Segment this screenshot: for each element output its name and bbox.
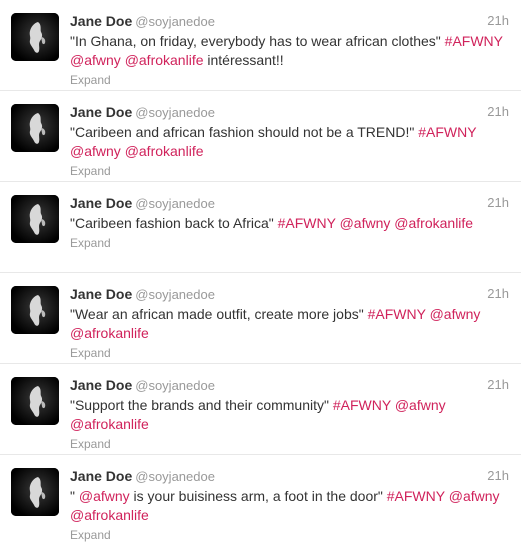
tweet-text-segment: "Caribeen and african fashion should not… bbox=[70, 124, 419, 140]
hashtag-link[interactable]: #AFWNY bbox=[278, 215, 336, 231]
user-name[interactable]: Jane Doe bbox=[70, 195, 132, 211]
avatar[interactable] bbox=[11, 13, 59, 61]
mention-link[interactable]: @afwny bbox=[70, 52, 121, 68]
tweet-text: "Support the brands and their community"… bbox=[70, 396, 509, 452]
tweet-header: Jane Doe @soyjanedoe 21h bbox=[70, 11, 509, 31]
tweet-text-segment: "Caribeen fashion back to Africa" bbox=[70, 215, 278, 231]
user-handle[interactable]: @soyjanedoe bbox=[135, 105, 215, 120]
tweet-item[interactable]: Jane Doe @soyjanedoe 21h "In Ghana, on frid… bbox=[0, 0, 521, 91]
user-name[interactable]: Jane Doe bbox=[70, 377, 132, 393]
expand-link[interactable]: Expand bbox=[70, 345, 509, 361]
hashtag-link[interactable]: #AFWNY bbox=[368, 306, 426, 322]
tweet-item[interactable]: Jane Doe @soyjanedoe 21h "Caribeen fashion … bbox=[0, 182, 521, 273]
avatar[interactable] bbox=[11, 286, 59, 334]
tweet-text-segment: "In Ghana, on friday, everybody has to w… bbox=[70, 33, 445, 49]
expand-link[interactable]: Expand bbox=[70, 72, 509, 88]
user-name[interactable]: Jane Doe bbox=[70, 286, 132, 302]
user-handle[interactable]: @soyjanedoe bbox=[135, 469, 215, 484]
tweet-text: "Caribeen and african fashion should not… bbox=[70, 123, 509, 179]
tweet-text: " @afwny is your buisiness arm, a foot i… bbox=[70, 487, 509, 543]
mention-link[interactable]: @afwny bbox=[70, 143, 121, 159]
tweet-timeline: Jane Doe @soyjanedoe 21h "In Ghana, on frid… bbox=[0, 0, 521, 546]
tweet-item[interactable]: Jane Doe @soyjanedoe 21h "Wear an african m… bbox=[0, 273, 521, 364]
tweet-item[interactable]: Jane Doe @soyjanedoe 21h "Caribeen and afri… bbox=[0, 91, 521, 182]
user-handle[interactable]: @soyjanedoe bbox=[135, 378, 215, 393]
tweet-item[interactable]: Jane Doe @soyjanedoe 21h "Support the brand… bbox=[0, 364, 521, 455]
mention-link[interactable]: @afwny bbox=[395, 397, 446, 413]
mention-link[interactable]: @afwny bbox=[449, 488, 500, 504]
user-name[interactable]: Jane Doe bbox=[70, 468, 132, 484]
tweet-item[interactable]: Jane Doe @soyjanedoe 21h " @afwny is your b… bbox=[0, 455, 521, 546]
mention-link[interactable]: @afwny bbox=[79, 488, 130, 504]
tweet-text-segment: "Wear an african made outfit, create mor… bbox=[70, 306, 368, 322]
user-name[interactable]: Jane Doe bbox=[70, 104, 132, 120]
tweet-text-segment: "Support the brands and their community" bbox=[70, 397, 333, 413]
mention-link[interactable]: @afwny bbox=[430, 306, 481, 322]
timestamp-link[interactable]: 21h bbox=[487, 193, 509, 213]
tweet-text-segment: intéressant!! bbox=[203, 52, 284, 68]
tweet-header: Jane Doe @soyjanedoe 21h bbox=[70, 193, 509, 213]
mention-link[interactable]: @afrokanlife bbox=[125, 143, 204, 159]
user-handle[interactable]: @soyjanedoe bbox=[135, 14, 215, 29]
mention-link[interactable]: @afrokanlife bbox=[394, 215, 473, 231]
avatar[interactable] bbox=[11, 104, 59, 152]
mention-link[interactable]: @afwny bbox=[340, 215, 391, 231]
expand-link[interactable]: Expand bbox=[70, 436, 509, 452]
tweet-text: "In Ghana, on friday, everybody has to w… bbox=[70, 32, 509, 88]
hashtag-link[interactable]: #AFWNY bbox=[445, 33, 503, 49]
user-handle[interactable]: @soyjanedoe bbox=[135, 196, 215, 211]
expand-link[interactable]: Expand bbox=[70, 163, 509, 179]
user-name[interactable]: Jane Doe bbox=[70, 13, 132, 29]
timestamp-link[interactable]: 21h bbox=[487, 11, 509, 31]
timestamp-link[interactable]: 21h bbox=[487, 284, 509, 304]
hashtag-link[interactable]: #AFWNY bbox=[387, 488, 445, 504]
tweet-text-segment: is your buisiness arm, a foot in the doo… bbox=[129, 488, 387, 504]
mention-link[interactable]: @afrokanlife bbox=[70, 325, 149, 341]
hashtag-link[interactable]: #AFWNY bbox=[333, 397, 391, 413]
avatar[interactable] bbox=[11, 195, 59, 243]
expand-link[interactable]: Expand bbox=[70, 527, 509, 543]
timestamp-link[interactable]: 21h bbox=[487, 102, 509, 122]
timestamp-link[interactable]: 21h bbox=[487, 375, 509, 395]
tweet-header: Jane Doe @soyjanedoe 21h bbox=[70, 466, 509, 486]
tweet-header: Jane Doe @soyjanedoe 21h bbox=[70, 102, 509, 122]
user-handle[interactable]: @soyjanedoe bbox=[135, 287, 215, 302]
expand-link[interactable]: Expand bbox=[70, 235, 509, 251]
mention-link[interactable]: @afrokanlife bbox=[125, 52, 204, 68]
timestamp-link[interactable]: 21h bbox=[487, 466, 509, 486]
tweet-text: "Caribeen fashion back to Africa" #AFWNY… bbox=[70, 214, 509, 251]
avatar[interactable] bbox=[11, 468, 59, 516]
mention-link[interactable]: @afrokanlife bbox=[70, 507, 149, 523]
avatar[interactable] bbox=[11, 377, 59, 425]
tweet-header: Jane Doe @soyjanedoe 21h bbox=[70, 375, 509, 395]
hashtag-link[interactable]: #AFWNY bbox=[418, 124, 476, 140]
tweet-header: Jane Doe @soyjanedoe 21h bbox=[70, 284, 509, 304]
tweet-text: "Wear an african made outfit, create mor… bbox=[70, 305, 509, 361]
mention-link[interactable]: @afrokanlife bbox=[70, 416, 149, 432]
tweet-text-segment: " bbox=[70, 488, 79, 504]
